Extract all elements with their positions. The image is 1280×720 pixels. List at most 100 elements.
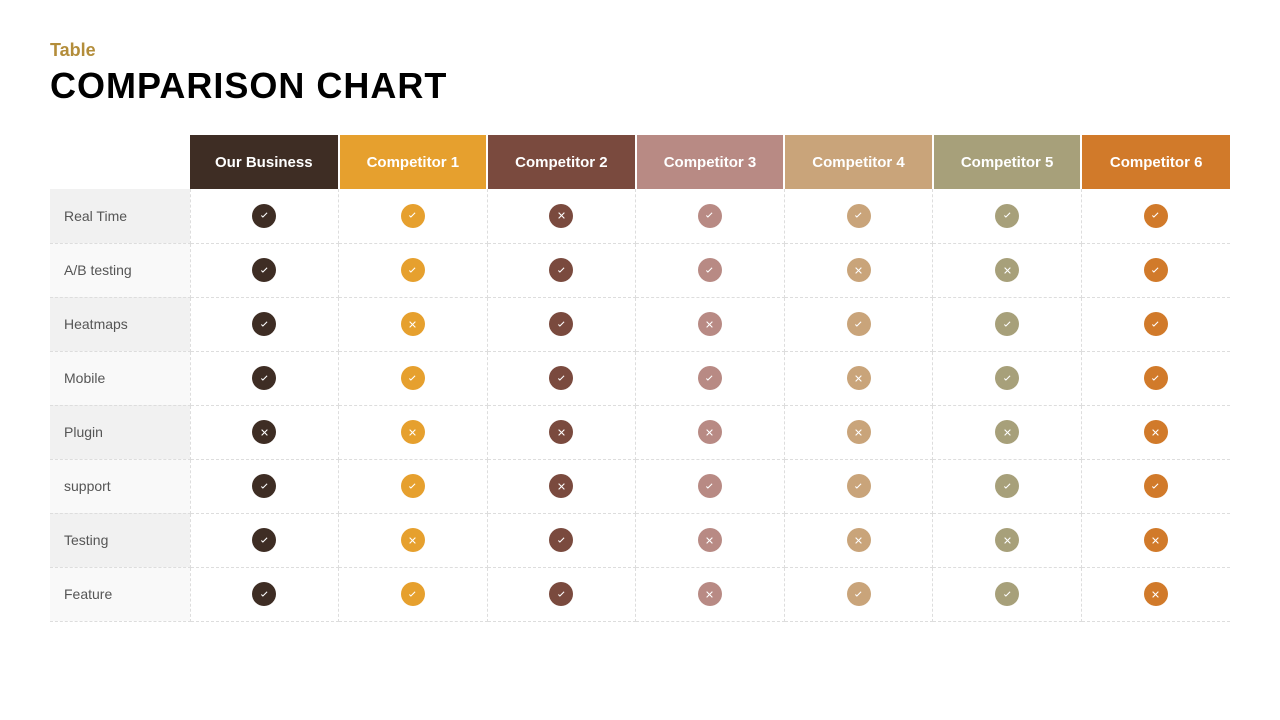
cross-icon — [847, 420, 871, 444]
cross-icon — [1144, 420, 1168, 444]
check-icon — [1144, 204, 1168, 228]
table-cell — [636, 567, 785, 621]
check-icon — [252, 474, 276, 498]
table-row: Feature — [50, 567, 1230, 621]
table-row: support — [50, 459, 1230, 513]
table-cell — [487, 567, 636, 621]
table-cell — [1081, 513, 1230, 567]
table-cell — [487, 513, 636, 567]
column-header: Competitor 3 — [636, 135, 785, 189]
cross-icon — [995, 528, 1019, 552]
table-cell — [487, 297, 636, 351]
cross-icon — [401, 312, 425, 336]
table-cell — [784, 513, 933, 567]
corner-cell — [50, 135, 190, 189]
table-cell — [190, 405, 339, 459]
table-cell — [784, 243, 933, 297]
column-header: Competitor 1 — [339, 135, 488, 189]
table-cell — [339, 351, 488, 405]
table-cell — [784, 405, 933, 459]
table-cell — [636, 459, 785, 513]
table-cell — [487, 351, 636, 405]
table-cell — [636, 189, 785, 243]
column-header: Competitor 6 — [1081, 135, 1230, 189]
check-icon — [698, 366, 722, 390]
table-cell — [1081, 297, 1230, 351]
check-icon — [252, 582, 276, 606]
row-label: Plugin — [50, 405, 190, 459]
cross-icon — [698, 582, 722, 606]
check-icon — [252, 312, 276, 336]
table-cell — [190, 351, 339, 405]
table-cell — [339, 567, 488, 621]
table-cell — [784, 297, 933, 351]
table-cell — [933, 513, 1082, 567]
table-cell — [1081, 405, 1230, 459]
table-cell — [339, 243, 488, 297]
table-cell — [190, 567, 339, 621]
row-label: Heatmaps — [50, 297, 190, 351]
check-icon — [401, 366, 425, 390]
table-cell — [1081, 351, 1230, 405]
table-row: A/B testing — [50, 243, 1230, 297]
column-header: Competitor 5 — [933, 135, 1082, 189]
cross-icon — [698, 528, 722, 552]
page-subtitle: Table — [50, 40, 1230, 61]
check-icon — [549, 528, 573, 552]
check-icon — [252, 204, 276, 228]
check-icon — [549, 258, 573, 282]
table-cell — [339, 405, 488, 459]
table-row: Testing — [50, 513, 1230, 567]
row-label: Feature — [50, 567, 190, 621]
check-icon — [995, 582, 1019, 606]
table-cell — [190, 189, 339, 243]
table-cell — [1081, 189, 1230, 243]
table-cell — [933, 243, 1082, 297]
table-cell — [1081, 459, 1230, 513]
check-icon — [995, 204, 1019, 228]
check-icon — [698, 474, 722, 498]
table-cell — [933, 189, 1082, 243]
table-cell — [636, 351, 785, 405]
table-cell — [339, 513, 488, 567]
column-header: Competitor 2 — [487, 135, 636, 189]
table-cell — [339, 189, 488, 243]
column-header: Our Business — [190, 135, 339, 189]
table-row: Plugin — [50, 405, 1230, 459]
table-row: Real Time — [50, 189, 1230, 243]
cross-icon — [698, 312, 722, 336]
table-cell — [784, 459, 933, 513]
row-label: support — [50, 459, 190, 513]
cross-icon — [847, 258, 871, 282]
table-cell — [933, 405, 1082, 459]
check-icon — [549, 582, 573, 606]
check-icon — [847, 582, 871, 606]
page-title: COMPARISON CHART — [50, 65, 1230, 107]
check-icon — [847, 312, 871, 336]
check-icon — [995, 312, 1019, 336]
cross-icon — [847, 366, 871, 390]
table-cell — [933, 351, 1082, 405]
check-icon — [847, 204, 871, 228]
cross-icon — [1144, 528, 1168, 552]
cross-icon — [401, 528, 425, 552]
cross-icon — [252, 420, 276, 444]
check-icon — [549, 366, 573, 390]
column-header: Competitor 4 — [784, 135, 933, 189]
table-row: Heatmaps — [50, 297, 1230, 351]
cross-icon — [549, 420, 573, 444]
cross-icon — [1144, 582, 1168, 606]
table-cell — [487, 189, 636, 243]
table-cell — [933, 567, 1082, 621]
cross-icon — [847, 528, 871, 552]
check-icon — [252, 258, 276, 282]
table-cell — [933, 459, 1082, 513]
check-icon — [1144, 366, 1168, 390]
cross-icon — [698, 420, 722, 444]
row-label: Testing — [50, 513, 190, 567]
table-cell — [1081, 243, 1230, 297]
table-cell — [784, 567, 933, 621]
check-icon — [549, 312, 573, 336]
check-icon — [1144, 474, 1168, 498]
table-cell — [933, 297, 1082, 351]
